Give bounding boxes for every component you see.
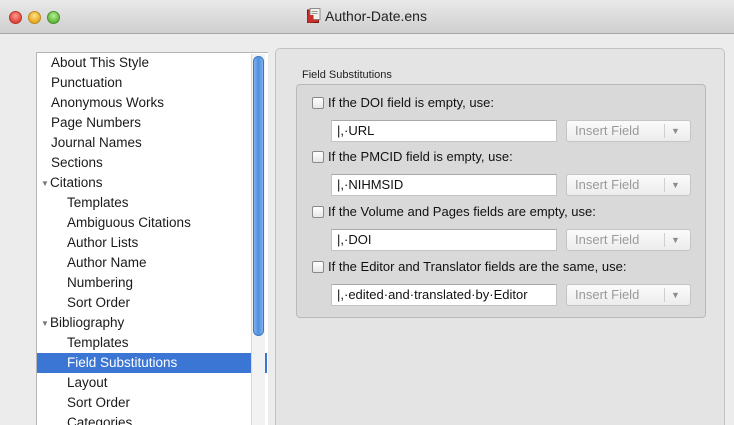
dropdown-arrow-icon: ▼	[671, 180, 680, 190]
doi-substitution-field[interactable]: |,·URL	[331, 120, 557, 142]
window-titlebar: Author-Date.ens	[0, 0, 734, 34]
sidebar-item-author-lists[interactable]: Author Lists	[37, 233, 267, 253]
pmcid-substitution-checkbox[interactable]	[312, 151, 324, 163]
sidebar-item-bibliography[interactable]: ▼Bibliography	[37, 313, 267, 333]
sidebar-item-bibliography-templates[interactable]: Templates	[37, 333, 267, 353]
sidebar-item-numbering[interactable]: Numbering	[37, 273, 267, 293]
doi-substitution-label[interactable]: If the DOI field is empty, use:	[328, 95, 494, 110]
sidebar-item-bibliography-sort-order[interactable]: Sort Order	[37, 393, 267, 413]
pmcid-substitution-field[interactable]: |,·NIHMSID	[331, 174, 557, 196]
endnote-document-icon	[307, 8, 321, 23]
sidebar-item-layout[interactable]: Layout	[37, 373, 267, 393]
editor-translator-substitution-field[interactable]: |,·edited·and·translated·by·Editor	[331, 284, 557, 306]
sidebar-item-citation-sort-order[interactable]: Sort Order	[37, 293, 267, 313]
window-title: Author-Date.ens	[325, 8, 427, 24]
button-divider	[664, 288, 665, 302]
disclosure-triangle-icon[interactable]: ▼	[41, 314, 50, 334]
doi-substitution-checkbox[interactable]	[312, 97, 324, 109]
sidebar-item-citation-templates[interactable]: Templates	[37, 193, 267, 213]
sidebar-item-page-numbers[interactable]: Page Numbers	[37, 113, 267, 133]
sidebar-item-anonymous-works[interactable]: Anonymous Works	[37, 93, 267, 113]
disclosure-triangle-icon[interactable]: ▼	[41, 174, 50, 194]
sidebar-item-ambiguous-citations[interactable]: Ambiguous Citations	[37, 213, 267, 233]
pmcid-substitution-row: If the PMCID field is empty, use:	[312, 148, 513, 166]
dropdown-arrow-icon: ▼	[671, 126, 680, 136]
sidebar-item-citations[interactable]: ▼Citations	[37, 173, 267, 193]
sidebar-item-about-this-style[interactable]: About This Style	[37, 53, 267, 73]
sidebar-item-label: Bibliography	[50, 315, 125, 330]
sidebar-item-categories[interactable]: Categories	[37, 413, 267, 425]
doi-insert-field-button[interactable]: Insert Field ▼	[566, 120, 691, 142]
editor-translator-substitution-row: If the Editor and Translator fields are …	[312, 258, 626, 276]
editor-translator-substitution-checkbox[interactable]	[312, 261, 324, 273]
dropdown-arrow-icon: ▼	[671, 235, 680, 245]
sidebar-item-author-name[interactable]: Author Name	[37, 253, 267, 273]
insert-field-label: Insert Field	[575, 287, 640, 302]
editor-translator-substitution-label[interactable]: If the Editor and Translator fields are …	[328, 259, 626, 274]
button-divider	[664, 124, 665, 138]
button-divider	[664, 178, 665, 192]
editor-translator-insert-field-button[interactable]: Insert Field ▼	[566, 284, 691, 306]
doi-substitution-row: If the DOI field is empty, use:	[312, 94, 494, 112]
insert-field-label: Insert Field	[575, 177, 640, 192]
sidebar-scroll-thumb[interactable]	[253, 56, 264, 336]
section-title: Field Substitutions	[302, 69, 392, 81]
volume-pages-substitution-field[interactable]: |,·DOI	[331, 229, 557, 251]
dropdown-arrow-icon: ▼	[671, 290, 680, 300]
volume-pages-substitution-label[interactable]: If the Volume and Pages fields are empty…	[328, 204, 596, 219]
style-sections-list[interactable]: About This Style Punctuation Anonymous W…	[36, 52, 268, 425]
sidebar-item-punctuation[interactable]: Punctuation	[37, 73, 267, 93]
sidebar-item-journal-names[interactable]: Journal Names	[37, 133, 267, 153]
volume-pages-insert-field-button[interactable]: Insert Field ▼	[566, 229, 691, 251]
sidebar-item-sections[interactable]: Sections	[37, 153, 267, 173]
sidebar-item-label: Citations	[50, 175, 103, 190]
volume-pages-substitution-checkbox[interactable]	[312, 206, 324, 218]
pmcid-insert-field-button[interactable]: Insert Field ▼	[566, 174, 691, 196]
insert-field-label: Insert Field	[575, 123, 640, 138]
pmcid-substitution-label[interactable]: If the PMCID field is empty, use:	[328, 149, 513, 164]
volume-pages-substitution-row: If the Volume and Pages fields are empty…	[312, 203, 596, 221]
sidebar-item-field-substitutions[interactable]: Field Substitutions	[37, 353, 267, 373]
insert-field-label: Insert Field	[575, 232, 640, 247]
button-divider	[664, 233, 665, 247]
